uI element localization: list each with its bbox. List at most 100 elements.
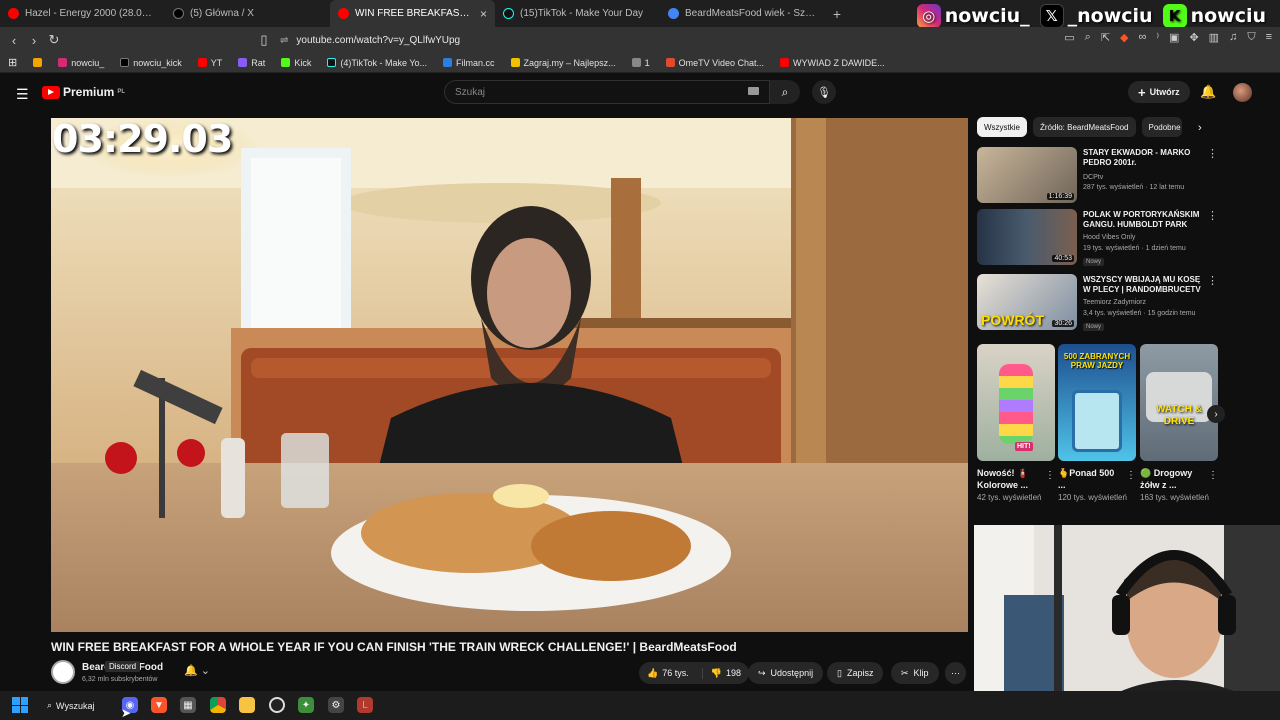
dislike-button[interactable]: 👎 198 xyxy=(701,667,749,679)
menu-icon[interactable]: ≡ xyxy=(1266,31,1272,44)
account-avatar[interactable] xyxy=(1233,83,1252,102)
sidebar-icon[interactable]: ▥ xyxy=(1209,31,1219,44)
taskbar-search[interactable]: ⌕ Wyszukaj xyxy=(47,697,94,714)
youtube-logo[interactable]: Premium PL xyxy=(42,85,125,99)
video-player[interactable] xyxy=(51,118,968,632)
app-icon[interactable]: ▦ xyxy=(180,697,196,713)
short-item[interactable]: 500 ZABRANYCH PRAW JAZDY 🫰Ponad 500 ... … xyxy=(1058,344,1136,502)
short-item[interactable]: HIT! Nowość! 🧯 Kolorowe ... 42 tys. wyśw… xyxy=(977,344,1055,502)
chip-all[interactable]: Wszystkie xyxy=(977,117,1027,137)
back-icon[interactable]: ‹ xyxy=(4,33,24,48)
translate-icon[interactable]: ⁾ xyxy=(1156,31,1159,44)
bookmark-item[interactable]: WYWIAD Z DAWIDE... xyxy=(779,57,885,68)
share-icon[interactable]: ⇱ xyxy=(1101,31,1110,44)
globe-icon xyxy=(631,58,641,67)
browser-tab[interactable]: (5) Główna / X xyxy=(165,0,330,27)
more-options-icon[interactable]: ⋮ xyxy=(1208,470,1218,481)
file-explorer-icon[interactable] xyxy=(239,697,255,713)
close-tab-icon[interactable]: × xyxy=(480,7,487,21)
more-options-icon[interactable]: ⋮ xyxy=(1045,470,1055,481)
chrome-icon[interactable] xyxy=(210,697,226,713)
share-button[interactable]: ↪ Udostępnij xyxy=(748,662,824,684)
short-title: Nowość! 🧯 Kolorowe ... xyxy=(977,468,1029,490)
save-button[interactable]: ▯ Zapisz xyxy=(827,662,884,684)
more-options-icon[interactable]: ⋮ xyxy=(1207,147,1218,160)
browser-tab-active[interactable]: WIN FREE BREAKFAST FOR A × xyxy=(330,0,495,27)
shorts-next-button[interactable]: › xyxy=(1207,405,1225,423)
new-tab-button[interactable]: + xyxy=(825,6,849,22)
bookmark-item[interactable]: Filman.cc xyxy=(443,58,495,68)
recommendation-item[interactable]: 40:53 POLAK W PORTORYKAŃSKIM GANGU. HUMB… xyxy=(977,209,1222,266)
create-button[interactable]: + Utwórz xyxy=(1128,81,1190,103)
search-input[interactable]: Szukaj xyxy=(444,80,770,104)
more-options-icon[interactable]: ⋮ xyxy=(1207,274,1218,287)
chip-similar[interactable]: Podobne xyxy=(1141,117,1182,137)
bookmark-item[interactable]: (4)TikTok - Make Yo... xyxy=(327,58,427,68)
voice-search-button[interactable]: 🎙 xyxy=(812,80,836,104)
zoom-icon[interactable]: ⌕ xyxy=(1085,31,1091,44)
subscription-bell-button[interactable]: 🔔 ⌄ xyxy=(184,664,210,677)
address-bar[interactable]: ⇌ youtube.com/watch?v=y_QLlfwYUpg xyxy=(280,31,970,50)
short-views: 163 tys. wyświetleń xyxy=(1140,493,1209,502)
browser-tab[interactable]: Hazel - Energy 2000 (28.01.2017) - Yo xyxy=(0,0,165,27)
bookmark-item[interactable] xyxy=(33,58,43,67)
bookmark-label: (4)TikTok - Make Yo... xyxy=(340,57,428,68)
browser-tab[interactable]: (15)TikTok - Make Your Day xyxy=(495,0,660,27)
channel-avatar[interactable] xyxy=(51,660,75,684)
search-button[interactable]: ⌕ xyxy=(770,80,800,104)
apps-grid-icon[interactable]: ⊞ xyxy=(8,56,17,69)
cast-icon[interactable]: ▭ xyxy=(1064,31,1074,44)
bookmark-item[interactable]: YT xyxy=(197,58,222,68)
settings-icon[interactable]: ⚙ xyxy=(328,697,344,713)
reload-icon[interactable]: ↻ xyxy=(44,32,64,48)
chevron-right-icon[interactable]: › xyxy=(1198,122,1202,134)
browser-toolbar: ‹ › ↻ ▯ ⇌ youtube.com/watch?v=y_QLlfwYUp… xyxy=(0,27,1280,53)
recommendation-item[interactable]: 1:16:39 STARY EKWADOR - MARKO PEDRO 2001… xyxy=(977,147,1222,203)
extension-icon[interactable]: ∞ xyxy=(1139,31,1147,44)
more-options-icon[interactable]: ⋮ xyxy=(1126,470,1136,481)
clip-button[interactable]: ✂ Klip xyxy=(891,662,939,684)
brave-shield-icon[interactable]: ◆ xyxy=(1120,31,1128,44)
thumbs-up-icon: 👍 xyxy=(647,667,659,678)
puzzle-icon[interactable]: ✥ xyxy=(1189,31,1198,44)
bookmark-item[interactable]: Zagraj.my – Najlepsz... xyxy=(510,58,616,68)
hamburger-menu-icon[interactable]: ☰ xyxy=(16,86,29,103)
browser-tab[interactable]: BeardMeatsFood wiek - Szukaj w Go xyxy=(660,0,825,27)
bookmark-item[interactable]: OmeTV Video Chat... xyxy=(665,58,764,68)
short-views: 42 tys. wyświetleń xyxy=(977,493,1042,502)
search-placeholder: Szukaj xyxy=(455,86,486,98)
site-info-icon[interactable]: ⇌ xyxy=(280,35,288,46)
vpn-icon[interactable]: ⛉ xyxy=(1247,31,1255,44)
kick-icon xyxy=(281,58,291,67)
taskbar-tooltip: Discord xyxy=(105,661,141,672)
region-code: PL xyxy=(117,89,126,95)
game-icon[interactable]: ✦ xyxy=(298,697,314,713)
short-item[interactable]: WATCH & DRIVE 🟢 Drogowy żółw z ... 163 t… xyxy=(1140,344,1218,502)
bookmark-item[interactable]: Kick xyxy=(281,58,311,68)
music-icon[interactable]: ♫ xyxy=(1229,31,1237,44)
thumbnail-text: WATCH & DRIVE xyxy=(1156,404,1202,427)
brave-icon[interactable]: ▼ xyxy=(151,697,167,713)
bookmark-label: WYWIAD Z DAWIDE... xyxy=(792,57,885,68)
bookmark-icon[interactable]: ▯ xyxy=(254,32,274,48)
bookmark-item[interactable]: nowciu_ xyxy=(58,58,104,68)
like-button[interactable]: 👍 76 tys. xyxy=(639,668,697,679)
bookmark-item[interactable]: 1 xyxy=(631,58,650,68)
webcam-overlay xyxy=(974,525,1280,705)
more-options-icon[interactable]: ⋮ xyxy=(1207,209,1218,222)
windows-start-icon[interactable] xyxy=(12,697,28,713)
bookmark-item[interactable]: Rat xyxy=(238,58,265,68)
more-actions-button[interactable]: ⋯ xyxy=(945,662,966,684)
stream-app-icon[interactable]: L xyxy=(357,697,373,713)
windows-taskbar: ⌕ Wyszukaj ◉ ▼ ▦ ✦ ⚙ L xyxy=(0,691,1280,720)
bookmark-item[interactable]: nowciu_kick xyxy=(120,58,182,68)
wallet-icon[interactable]: ▣ xyxy=(1169,31,1179,44)
obs-icon[interactable] xyxy=(269,697,285,713)
recommendation-item[interactable]: POWRÓT 30:26 WSZYSCY WBIJAJĄ MU KOSĘ W P… xyxy=(977,274,1222,331)
subscriber-count: 6,32 mln subskrybentów xyxy=(82,676,158,683)
kick-handle: nowciu xyxy=(1190,5,1266,27)
forward-icon[interactable]: › xyxy=(24,33,44,48)
keyboard-icon[interactable] xyxy=(748,87,759,95)
notifications-bell-icon[interactable]: 🔔 xyxy=(1200,84,1216,100)
chip-source[interactable]: Źródło: BeardMeatsFood xyxy=(1033,117,1136,137)
